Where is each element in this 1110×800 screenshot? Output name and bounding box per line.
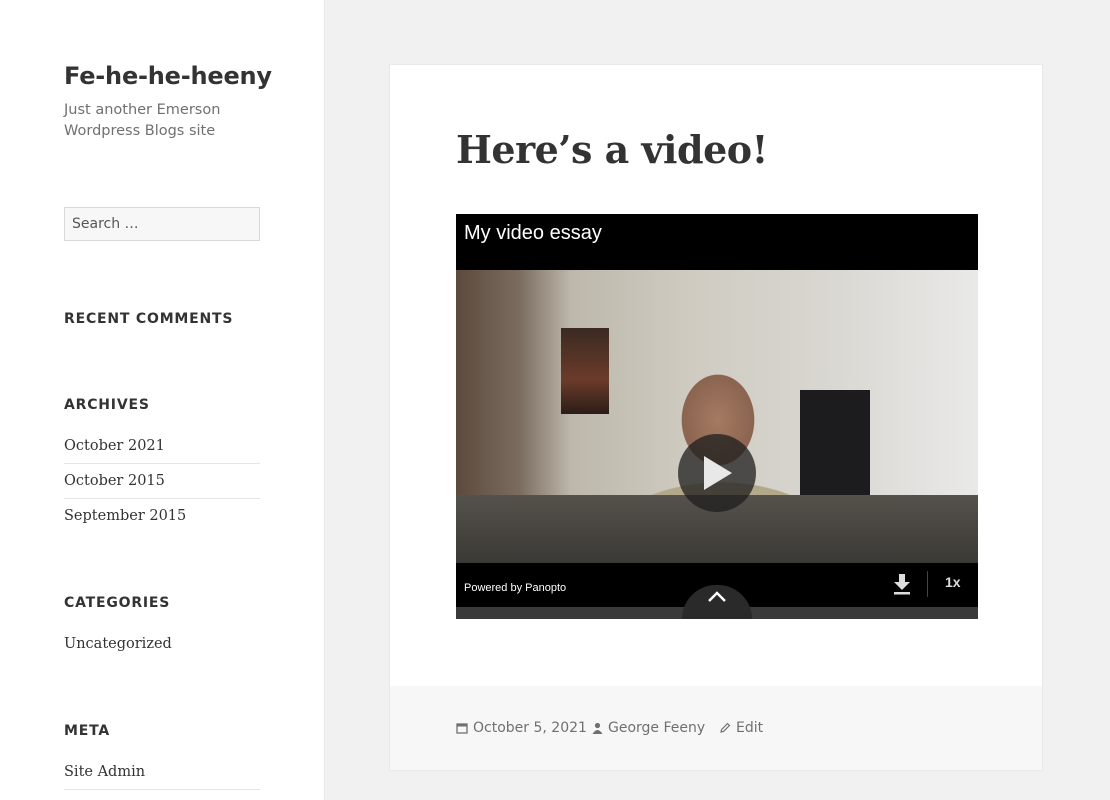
widget-title-meta: META	[64, 723, 110, 739]
post-card: Here’s a video! My video essay Powered b…	[389, 64, 1043, 771]
widget-title-archives: ARCHIVES	[64, 397, 150, 413]
video-title: My video essay	[464, 222, 602, 244]
monitor-image	[800, 390, 870, 495]
post-title[interactable]: Here’s a video!	[456, 127, 768, 172]
post-date: October 5, 2021	[456, 720, 587, 736]
archives-list: October 2021 October 2015 September 2015	[64, 429, 260, 534]
calendar-icon	[456, 723, 468, 734]
search-input[interactable]	[64, 207, 260, 241]
play-icon	[704, 456, 732, 490]
widget-title-recent-comments: RECENT COMMENTS	[64, 311, 234, 327]
archive-item-october-2015[interactable]: October 2015	[64, 464, 260, 499]
person-icon	[592, 722, 603, 734]
download-button[interactable]	[892, 573, 912, 595]
play-button[interactable]	[678, 434, 756, 512]
poster-image	[561, 328, 609, 414]
archive-item-september-2015[interactable]: September 2015	[64, 499, 260, 534]
category-item-uncategorized[interactable]: Uncategorized	[64, 627, 260, 662]
categories-list: Uncategorized	[64, 627, 260, 662]
video-thumbnail[interactable]	[456, 270, 978, 563]
site-description: Just another Emerson Wordpress Blogs sit…	[64, 102, 221, 139]
post-author: George Feeny	[592, 720, 705, 736]
control-divider	[927, 571, 928, 597]
video-player[interactable]: My video essay Powered by Panopto 1x	[456, 214, 978, 619]
post-footer: October 5, 2021 George Feeny Edit	[390, 686, 1042, 770]
meta-item-site-admin[interactable]: Site Admin	[64, 755, 260, 790]
chevron-up-icon	[708, 591, 726, 602]
edit-link[interactable]: Edit	[736, 720, 763, 736]
post-date-link[interactable]: October 5, 2021	[473, 720, 587, 736]
playback-speed-button[interactable]: 1x	[945, 574, 961, 590]
archive-item-october-2021[interactable]: October 2021	[64, 429, 260, 464]
pencil-icon	[720, 722, 731, 733]
powered-by-label[interactable]: Powered by Panopto	[464, 582, 566, 594]
meta-list: Site Admin	[64, 755, 260, 790]
sidebar: Fe-he-he-heeny Just another Emerson Word…	[0, 0, 325, 800]
site-title[interactable]: Fe-he-he-heeny	[64, 62, 272, 90]
widget-title-categories: CATEGORIES	[64, 595, 171, 611]
post-author-link[interactable]: George Feeny	[608, 720, 705, 736]
download-icon	[894, 574, 910, 595]
post-edit: Edit	[719, 720, 763, 736]
